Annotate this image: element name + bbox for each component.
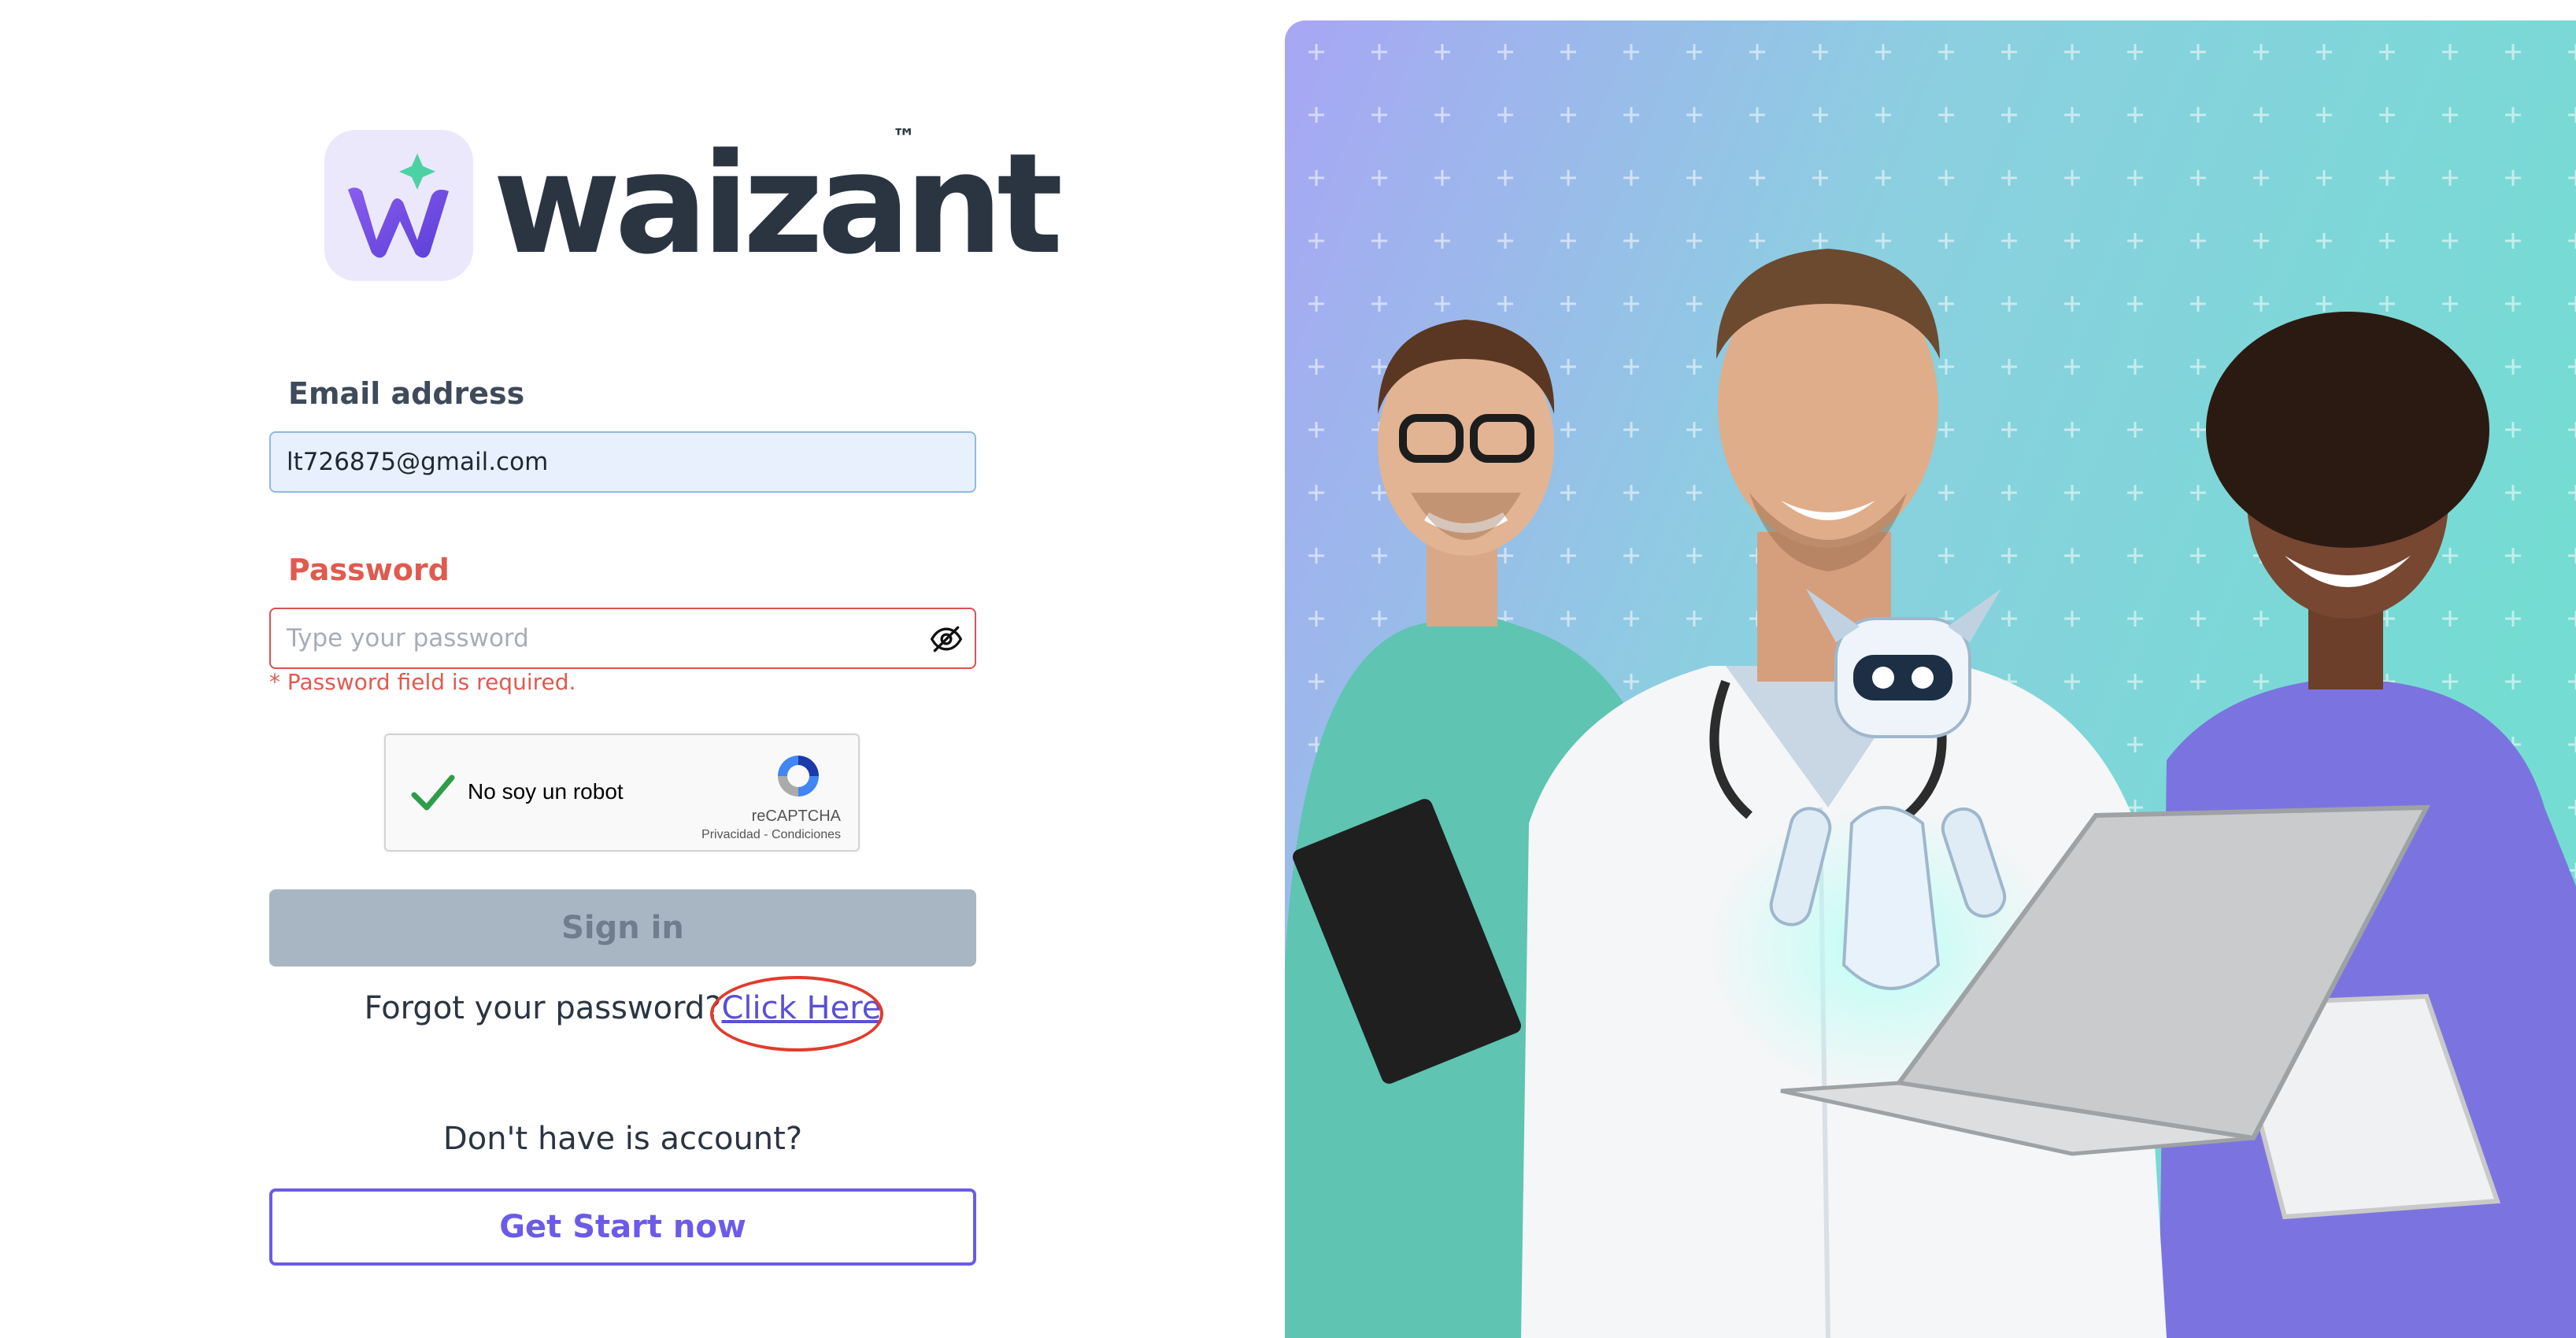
eye-off-icon[interactable] <box>929 622 964 656</box>
logo-icon <box>324 130 473 281</box>
password-field-wrapper <box>269 608 976 669</box>
password-error-message: * Password field is required. <box>269 669 576 695</box>
hero-image <box>1285 20 2576 1338</box>
email-field[interactable]: lt726875@gmail.com <box>269 431 976 493</box>
forgot-password-text: Forgot your password? <box>364 990 722 1026</box>
recaptcha-logo-icon <box>773 751 824 801</box>
highlight-circle <box>710 976 883 1052</box>
captcha-label: No soy un robot <box>468 779 624 804</box>
recaptcha-widget: No soy un robot reCAPTCHA Privacidad - C… <box>384 734 860 852</box>
sign-in-button[interactable]: Sign in <box>269 889 976 967</box>
recaptcha-brand: reCAPTCHA <box>751 808 841 825</box>
get-start-button[interactable]: Get Start now <box>269 1188 976 1266</box>
recaptcha-privacy-links[interactable]: Privacidad - Condiciones <box>701 828 841 842</box>
trademark-symbol: ™ <box>892 124 916 152</box>
email-label: Email address <box>288 376 525 411</box>
checkmark-icon[interactable] <box>409 770 457 817</box>
email-value: lt726875@gmail.com <box>287 448 549 476</box>
password-input[interactable] <box>287 624 916 652</box>
brand-wordmark: waizant <box>493 124 1063 285</box>
password-label: Password <box>288 553 450 587</box>
no-account-text: Don't have is account? <box>442 1121 803 1157</box>
